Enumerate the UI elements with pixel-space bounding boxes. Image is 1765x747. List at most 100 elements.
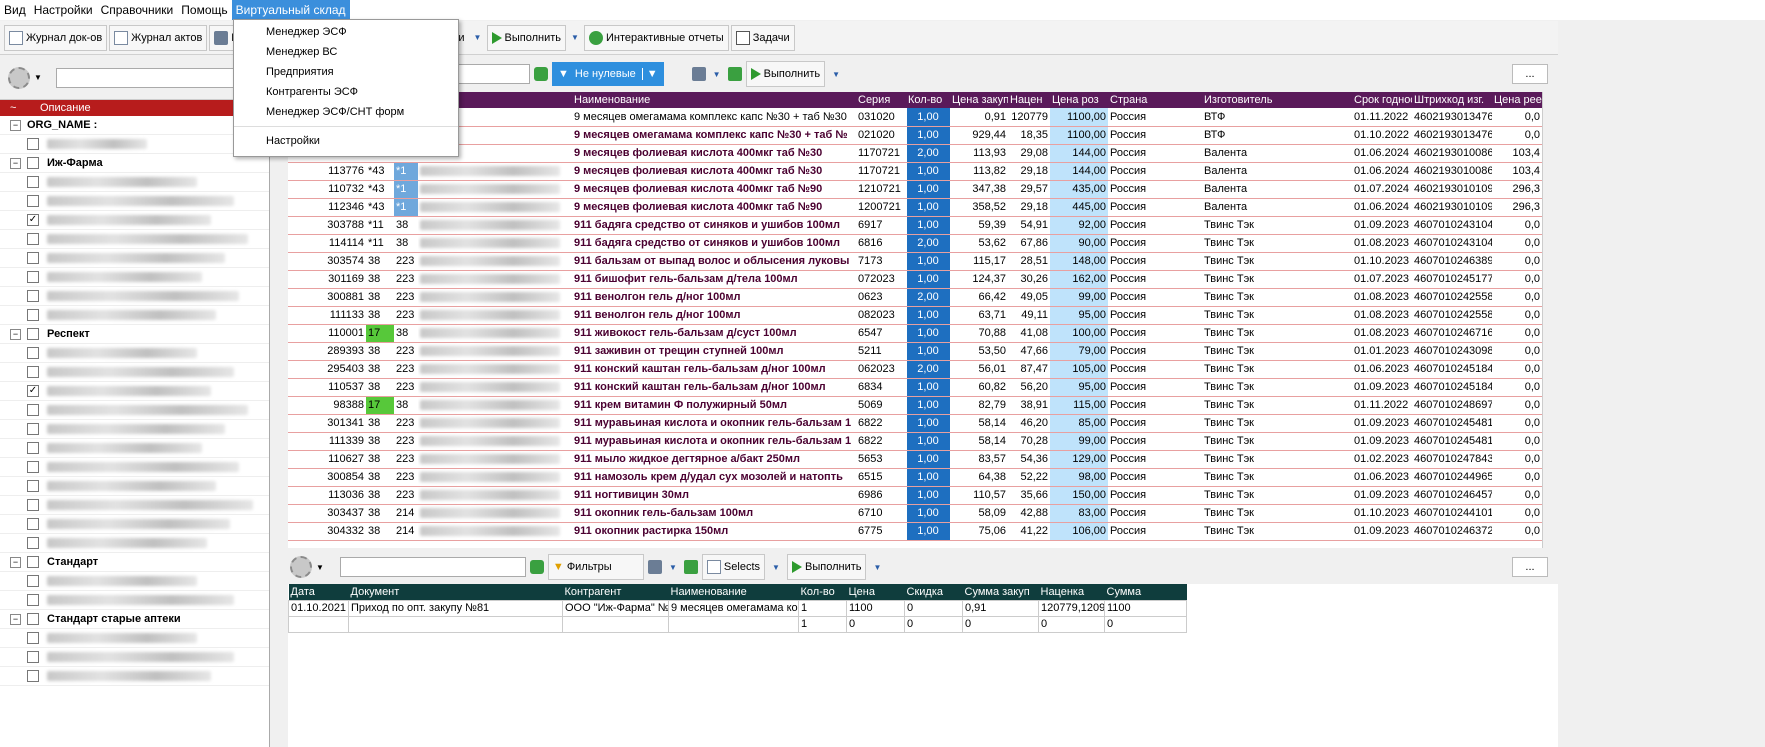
menu-esf-manager[interactable]: Менеджер ЭСФ xyxy=(234,22,458,42)
tree-group[interactable]: − Респект xyxy=(0,325,269,344)
retail-price-cell[interactable]: 99,00 xyxy=(1050,432,1108,451)
detail-execute-button[interactable]: Выполнить xyxy=(787,554,867,580)
detail-header-cell[interactable]: Контрагент xyxy=(562,584,669,600)
retail-price-cell[interactable]: 99,00 xyxy=(1050,288,1108,307)
checkbox[interactable] xyxy=(27,195,39,207)
table-row[interactable]: 110627 38 223 911 мыло жидкое дегтярное а/б… xyxy=(288,450,1542,469)
qty-cell[interactable]: 1,00 xyxy=(905,180,951,199)
grid-header-cell[interactable]: Наименование xyxy=(572,92,856,108)
retail-price-cell[interactable]: 92,00 xyxy=(1050,216,1108,235)
printer-icon[interactable] xyxy=(691,67,706,81)
left-search-input[interactable] xyxy=(55,67,256,88)
table-row[interactable]: 289393 38 223 911 заживин от трещин ступней… xyxy=(288,342,1542,361)
chevron-down-icon[interactable]: ▼ xyxy=(829,61,843,87)
retail-price-cell[interactable]: 445,00 xyxy=(1050,198,1108,217)
tree-item[interactable] xyxy=(0,515,269,534)
collapse-icon[interactable]: − xyxy=(10,157,21,169)
qty-cell[interactable]: 1,00 xyxy=(905,198,951,217)
retail-price-cell[interactable]: 129,00 xyxy=(1050,450,1108,469)
detail-header-cell[interactable]: Дата xyxy=(288,584,349,600)
collapse-icon[interactable]: − xyxy=(10,556,21,568)
retail-price-cell[interactable]: 1100,00 xyxy=(1050,108,1108,127)
excel-icon[interactable] xyxy=(727,67,742,81)
table-row[interactable]: 111339 38 223 911 муравьиная кислота и окоп… xyxy=(288,432,1542,451)
qty-cell[interactable]: 1,00 xyxy=(905,468,951,487)
qty-cell[interactable]: 1,00 xyxy=(905,414,951,433)
menu-esf-snt-forms[interactable]: Менеджер ЭСФ/СНТ форм xyxy=(234,102,458,122)
checkbox[interactable] xyxy=(27,670,39,682)
tree-root[interactable]: − ORG_NAME : xyxy=(0,116,269,135)
menu-enterprises[interactable]: Предприятия xyxy=(234,62,458,82)
selects-button[interactable]: Selects xyxy=(701,554,765,580)
grid-header-cell[interactable]: Цена закуп xyxy=(950,92,1008,108)
chevron-down-icon[interactable]: ▼ xyxy=(641,68,658,80)
tree-item[interactable]: ✓ xyxy=(0,382,269,401)
checkbox[interactable] xyxy=(27,423,39,435)
checkbox[interactable]: ✓ xyxy=(27,385,39,397)
grid-header-cell[interactable]: Цена реес xyxy=(1492,92,1542,108)
table-row[interactable]: 295403 38 223 911 конский каштан гель-бальз… xyxy=(288,360,1542,379)
collapse-icon[interactable]: − xyxy=(10,119,21,131)
grid-header-cell[interactable]: Нацен xyxy=(1008,92,1050,108)
tree-item[interactable] xyxy=(0,287,269,306)
retail-price-cell[interactable]: 105,00 xyxy=(1050,360,1108,379)
checkbox[interactable] xyxy=(27,651,39,663)
qty-cell[interactable]: 1,00 xyxy=(905,108,951,127)
detail-header-cell[interactable]: Наименование xyxy=(668,584,799,600)
grid-search-input[interactable] xyxy=(454,64,530,84)
table-row[interactable]: 112346 *43 *1 9 месяцев фолиевая кислота 40… xyxy=(288,198,1542,217)
gear-icon[interactable] xyxy=(290,556,312,578)
grid-header-cell[interactable]: Страна xyxy=(1108,92,1202,108)
qty-cell[interactable]: 1,00 xyxy=(905,162,951,181)
detail-header-cell[interactable]: Кол-во xyxy=(798,584,847,600)
table-row[interactable]: 303574 38 223 911 бальзам от выпад волос и … xyxy=(288,252,1542,271)
checkbox[interactable] xyxy=(27,594,39,606)
detail-header-cell[interactable]: Документ xyxy=(348,584,563,600)
panel-splitter[interactable] xyxy=(270,56,288,747)
chevron-down-icon[interactable]: ▼ xyxy=(769,554,783,580)
grid-header-cell[interactable]: Изготовитель xyxy=(1202,92,1352,108)
checkbox[interactable] xyxy=(27,138,39,150)
table-row[interactable]: 114114 *11 38 911 бадяга средство от синяко… xyxy=(288,234,1542,253)
tree-item[interactable] xyxy=(0,496,269,515)
tree-item[interactable] xyxy=(0,306,269,325)
more-button[interactable]: ... xyxy=(1512,557,1548,577)
retail-price-cell[interactable]: 1100,00 xyxy=(1050,126,1108,145)
tree-item[interactable] xyxy=(0,477,269,496)
tree-item[interactable] xyxy=(0,648,269,667)
grid-header-cell[interactable]: Штрихкод изг. xyxy=(1412,92,1492,108)
collapse-icon[interactable]: − xyxy=(10,613,21,625)
interactive-reports-button[interactable]: Интерактивные отчеты xyxy=(583,24,729,51)
execute-button[interactable]: Выполнить xyxy=(486,24,566,51)
checkbox[interactable] xyxy=(27,632,39,644)
chevron-down-icon[interactable]: ▼ xyxy=(316,563,324,572)
chevron-down-icon[interactable]: ▼ xyxy=(666,554,680,580)
retail-price-cell[interactable]: 85,00 xyxy=(1050,414,1108,433)
tree-item[interactable] xyxy=(0,344,269,363)
table-row[interactable]: 110001 17 38 911 живокост гель-бальзам д/су… xyxy=(288,324,1542,343)
retail-price-cell[interactable]: 106,00 xyxy=(1050,522,1108,541)
checkbox[interactable] xyxy=(27,499,39,511)
tree-item[interactable]: ✓ xyxy=(0,211,269,230)
qty-cell[interactable]: 1,00 xyxy=(905,450,951,469)
qty-cell[interactable]: 1,00 xyxy=(905,126,951,145)
filters-button[interactable]: ▼ Фильтры xyxy=(547,554,644,580)
menu-vs-manager[interactable]: Менеджер ВС xyxy=(234,42,458,62)
table-row[interactable]: 98388 17 38 911 крем витамин Ф полужирный 5… xyxy=(288,396,1542,415)
detail-header-cell[interactable]: Сумма xyxy=(1104,584,1187,600)
checkbox[interactable] xyxy=(27,404,39,416)
qty-cell[interactable]: 1,00 xyxy=(905,522,951,541)
qty-cell[interactable]: 2,00 xyxy=(905,144,951,163)
menu-settings[interactable]: Настройки xyxy=(30,0,97,20)
qty-cell[interactable]: 1,00 xyxy=(905,378,951,397)
detail-header-cell[interactable]: Цена xyxy=(846,584,905,600)
grid-execute-button[interactable]: Выполнить xyxy=(745,61,826,87)
excel-icon[interactable] xyxy=(683,560,698,574)
retail-price-cell[interactable]: 100,00 xyxy=(1050,324,1108,343)
qty-cell[interactable]: 2,00 xyxy=(905,234,951,253)
tree-item[interactable] xyxy=(0,534,269,553)
chevron-down-icon[interactable]: ▼ xyxy=(34,73,42,82)
checkbox[interactable] xyxy=(27,537,39,549)
table-row[interactable]: 300854 38 223 911 намозоль крем д/удал сух … xyxy=(288,468,1542,487)
table-row[interactable]: 111133 38 223 911 венолгон гель д/ног 100мл… xyxy=(288,306,1542,325)
